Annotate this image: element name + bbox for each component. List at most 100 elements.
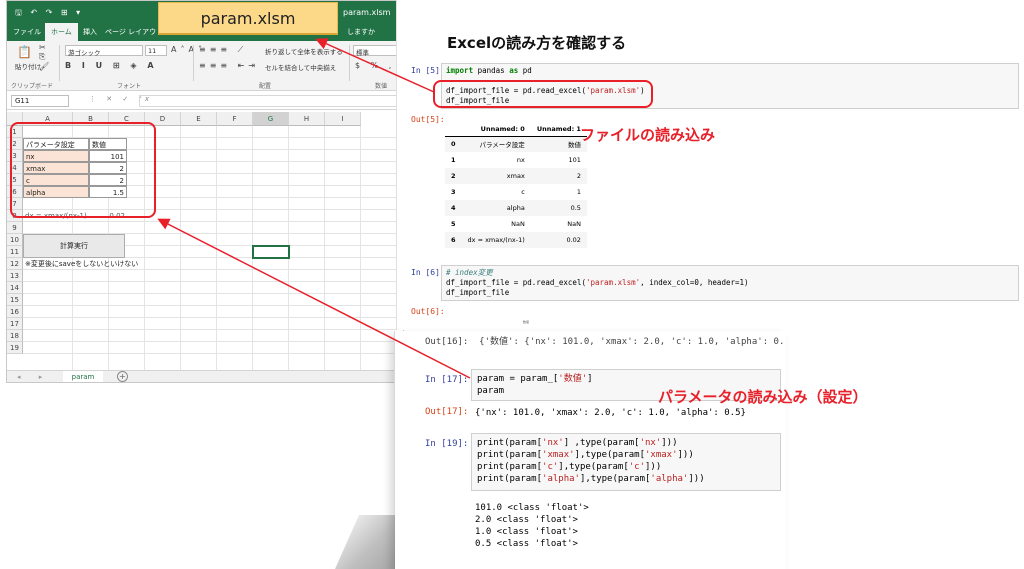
bold-italic-underline-icons[interactable]: B I U ⊞ ◈ A (65, 61, 158, 70)
output-19-line: 2.0 <class 'float'> (475, 515, 578, 525)
row-header[interactable]: 15 (7, 294, 23, 306)
in-prompt-17: In [17]: (425, 375, 469, 385)
number-format-select[interactable]: 標準 (353, 45, 401, 57)
in-prompt-19: In [19]: (425, 439, 469, 449)
df-row: 0 パラメータ設定 数値 (445, 136, 587, 152)
formula-input[interactable] (139, 95, 399, 107)
column-header[interactable]: E (181, 112, 217, 126)
gridline (180, 126, 181, 370)
row-header[interactable]: 19 (7, 342, 23, 354)
group-clipboard: クリップボード (11, 83, 54, 90)
align-top-icons[interactable]: ≡≡≡ ⟋ (199, 45, 247, 55)
gridline (23, 329, 403, 330)
column-header[interactable]: H (289, 112, 325, 126)
column-header[interactable]: F (217, 112, 253, 126)
gridline (23, 281, 403, 282)
row-header[interactable]: 11 (7, 246, 23, 258)
tab-insert[interactable]: 挿入 (83, 27, 97, 37)
df-index-cell: 6 (451, 236, 456, 244)
df-header (445, 122, 462, 137)
excel-params-highlight (10, 122, 156, 218)
df-cell: 2 (576, 172, 581, 180)
code-cell-19[interactable]: print(param['nx'] ,type(param['nx'])) pr… (471, 433, 781, 491)
row-header[interactable]: 14 (7, 282, 23, 294)
df-cell: NaN (567, 220, 581, 228)
font-size-select[interactable]: 11 (145, 45, 167, 56)
df-cell: nx (516, 156, 525, 164)
df-cell: 数値 (567, 141, 581, 150)
row-header[interactable]: 16 (7, 306, 23, 318)
group-number: 数値 (375, 83, 388, 90)
sheet-nav-arrows[interactable]: ◂ ▸ (17, 373, 50, 381)
selected-cell-g11[interactable] (252, 245, 290, 259)
in-prompt-6: In [6]: (411, 268, 445, 277)
filename-callout: param.xlsm (158, 2, 338, 35)
row-header[interactable]: 12 (7, 258, 23, 270)
df-index-cell: 1 (451, 156, 456, 164)
df-row: 3 c 1 (445, 184, 587, 200)
df-cell: パラメータ設定 (479, 141, 525, 150)
drop-shadow (335, 515, 395, 569)
gridline (23, 341, 403, 342)
df-row: 4 alpha 0.5 (445, 200, 587, 216)
read-excel-highlight (433, 80, 653, 108)
merge-center-button[interactable]: セルを結合して中央揃え (265, 62, 336, 72)
ribbon-home: 📋 貼り付け ✂ ⎘ 🖌 游ゴシック 11 A˄A˅ B I U ⊞ ◈ A ≡≡≡… (7, 41, 403, 91)
notebook-bottom-panel: Out[16]: {'数値': {'nx': 101.0, 'xmax': 2.… (394, 331, 786, 569)
dataframe-output-5: Unnamed: 0 Unnamed: 1 0 パラメータ設定 数値 1 nx 101 2 x… (445, 122, 587, 248)
gridline (360, 126, 361, 370)
paste-button[interactable]: 貼り付け (15, 61, 41, 71)
df-index-cell: 5 (451, 220, 456, 228)
column-header[interactable]: I (325, 112, 361, 126)
gridline (23, 305, 403, 306)
row-header[interactable]: 18 (7, 330, 23, 342)
row-header[interactable]: 10 (7, 234, 23, 246)
tab-page-layout[interactable]: ページ レイアウト (105, 27, 163, 37)
tab-home[interactable]: ホーム (45, 23, 78, 41)
output-19-line: 1.0 <class 'float'> (475, 527, 578, 537)
df-header: Unnamed: 0 (461, 122, 531, 137)
row-header[interactable]: 13 (7, 270, 23, 282)
gridline (23, 317, 403, 318)
sheet-tab-param[interactable]: param (63, 371, 103, 382)
ribbon-divider (59, 45, 60, 81)
annotation-file-read: ファイルの読み込み (580, 126, 716, 144)
out-prompt-17: Out[17]: (425, 407, 469, 417)
row-header[interactable]: 9 (7, 222, 23, 234)
group-alignment: 配置 (259, 83, 272, 90)
notebook-top-panel: Excelの読み方を確認する In [5]: import pandas as … (396, 0, 1024, 330)
df-cell: 0.5 (570, 204, 581, 212)
cut-copy-icons[interactable]: ✂ ⎘ 🖌 (39, 43, 53, 71)
font-name-select[interactable]: 游ゴシック (65, 45, 143, 57)
calculate-button[interactable]: 計算実行 (23, 234, 125, 258)
output-19-line: 101.0 <class 'float'> (475, 503, 589, 513)
out-prompt-5: Out[5]: (411, 115, 445, 124)
code-cell-6[interactable]: # index変更 df_import_file = pd.read_excel… (441, 265, 1019, 301)
tell-me-search[interactable]: しますか (347, 27, 375, 37)
df-cell: dx = xmax/(nx-1) (467, 236, 525, 244)
ribbon-divider (349, 45, 350, 81)
notebook-title: Excelの読み方を確認する (447, 34, 627, 52)
number-format-icons[interactable]: $ % , (355, 61, 395, 70)
ribbon-divider (193, 45, 194, 81)
wrap-text-button[interactable]: 折り返して全体を表示する (265, 46, 343, 56)
df-row: 2 xmax 2 (445, 168, 587, 184)
output-17: {'nx': 101.0, 'xmax': 2.0, 'c': 1.0, 'al… (475, 408, 746, 418)
paste-icon[interactable]: 📋 (17, 45, 36, 59)
out6-truncated-header: 数値 (523, 320, 530, 324)
df-cell: 1 (576, 188, 581, 196)
row-header[interactable]: 17 (7, 318, 23, 330)
window-title: param.xlsm (343, 8, 391, 17)
align-horizontal-icons[interactable]: ≡≡≡ ⇤⇥ (199, 61, 259, 70)
column-header[interactable]: G (253, 112, 289, 126)
df-row: 5 NaN NaN (445, 216, 587, 232)
name-box[interactable]: G11 (11, 95, 69, 107)
df-cell: NaN (511, 220, 525, 228)
quick-access-toolbar[interactable]: 🖫 ↶ ↷ ⊞ ▾ (15, 7, 83, 21)
tab-file[interactable]: ファイル (13, 27, 41, 37)
df-cell: c (521, 188, 525, 196)
save-note: ※変更後にsaveをしないといけない (25, 260, 139, 268)
add-sheet-icon[interactable]: + (117, 371, 128, 382)
formula-bar: G11 ⋮ ✕ ✓ fx (7, 92, 403, 110)
df-row: 1 nx 101 (445, 152, 587, 168)
